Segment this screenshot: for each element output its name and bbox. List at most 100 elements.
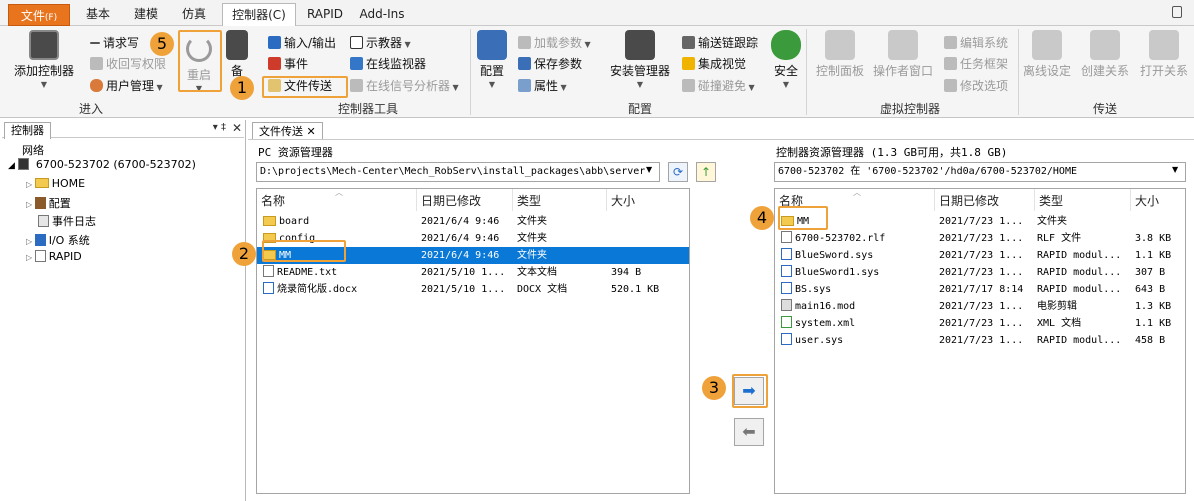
transfer-to-pc-button[interactable]: ⬅: [734, 418, 764, 446]
save-params-button[interactable]: 保存参数: [518, 55, 582, 73]
menu-file-label: 文件: [20, 9, 45, 23]
menu-tab-controller[interactable]: 控制器(C): [222, 3, 296, 27]
pc-row-docx[interactable]: 烧录简化版.docx 2021/5/10 1... DOCX 文档 520.1 …: [257, 281, 689, 298]
safety-button[interactable]: 安全 ▼: [770, 30, 802, 92]
tree-item-rapid[interactable]: ▷ RAPID: [26, 250, 82, 263]
conveyor-tracking-button[interactable]: 输送链跟踪: [682, 34, 758, 52]
collision-avoid-button[interactable]: 碰撞避免 ▼: [682, 77, 755, 95]
controller-path-field[interactable]: 6700-523702 在 '6700-523702'/hd0a/6700-52…: [774, 162, 1186, 182]
step-5-badge: 5: [150, 32, 174, 56]
pin-icon[interactable]: ▾ ‡: [213, 122, 226, 133]
close-icon[interactable]: ✕: [307, 125, 316, 138]
add-controller-button[interactable]: 添加控制器 ▼: [8, 30, 80, 92]
create-relation-button[interactable]: 创建关系: [1076, 30, 1134, 78]
control-panel-button[interactable]: 控制面板: [812, 30, 868, 78]
doc-tab-file-transfer[interactable]: 文件传送 ✕: [252, 122, 323, 140]
menu-tab-simulation[interactable]: 仿真: [174, 3, 214, 26]
ctrl-col-date[interactable]: 日期已修改: [935, 189, 1035, 211]
ctrl-row-main16[interactable]: main16.mod 2021/7/23 1... 电影剪辑 1.3 KB: [775, 298, 1185, 315]
create-relation-icon: [1090, 30, 1120, 60]
ctrl-row-bluesword[interactable]: BlueSword.sys 2021/7/23 1... RAPID modul…: [775, 247, 1185, 264]
pc-row-date: 2021/6/4 9:46: [421, 233, 500, 244]
request-write-button[interactable]: 请求写: [90, 34, 139, 52]
install-manager-label: 安装管理器: [609, 64, 670, 78]
pc-row-readme[interactable]: README.txt 2021/5/10 1... 文本文档 394 B: [257, 264, 689, 281]
ctrl-col-type[interactable]: 类型: [1035, 189, 1131, 211]
folder-icon: [34, 178, 49, 188]
backup-button[interactable]: 备: [226, 30, 248, 78]
pc-col-size[interactable]: 大小: [607, 189, 689, 211]
signal-analyzer-button[interactable]: 在线信号分析器 ▼: [350, 77, 459, 95]
chevron-down-icon[interactable]: ▼: [646, 165, 652, 174]
pc-row-date: 2021/6/4 9:46: [421, 250, 500, 261]
pc-path-field[interactable]: D:\projects\Mech-Center\Mech_RobServ\ins…: [256, 162, 660, 182]
task-frame-icon: [944, 57, 957, 70]
controller-icon: [29, 30, 59, 60]
ctrl-row-date: 2021/7/23 1...: [939, 250, 1024, 261]
pc-row-type: 文本文档: [517, 267, 557, 278]
online-monitor-button[interactable]: 在线监视器: [350, 55, 426, 73]
events-label: 事件: [284, 57, 309, 71]
menu-tab-rapid[interactable]: RAPID: [302, 3, 348, 26]
pencil-icon: [90, 42, 100, 44]
xml-file-icon: [781, 316, 792, 328]
pc-file-list[interactable]: 名称 日期已修改 类型 大小 ︿ board 2021/6/4 9:46 文件夹…: [256, 188, 690, 494]
operator-window-button[interactable]: 操作者窗口: [870, 30, 936, 78]
edit-system-button[interactable]: 编辑系统: [944, 34, 1008, 52]
properties-button[interactable]: 属性 ▼: [518, 77, 567, 95]
io-button[interactable]: 输入/输出: [268, 34, 336, 52]
ctrl-row-user-sys[interactable]: user.sys 2021/7/23 1... RAPID modul... 4…: [775, 332, 1185, 349]
task-frame-button[interactable]: 任务框架: [944, 55, 1008, 73]
pc-row-board[interactable]: board 2021/6/4 9:46 文件夹: [257, 213, 689, 230]
menu-tab-modeling[interactable]: 建模: [126, 3, 166, 26]
menu-tab-basic[interactable]: 基本: [78, 3, 118, 26]
config-button[interactable]: 配置 ▼: [474, 30, 510, 92]
user-management-button[interactable]: 用户管理 ▼: [90, 77, 163, 95]
install-manager-button[interactable]: 安装管理器 ▼: [604, 30, 676, 92]
close-icon[interactable]: ✕: [232, 121, 242, 135]
ctrl-row-type: RAPID modul...: [1037, 284, 1122, 295]
ctrl-row-name: main16.mod: [795, 301, 856, 312]
refresh-icon[interactable]: ⟳: [668, 162, 688, 182]
pc-col-type[interactable]: 类型: [513, 189, 607, 211]
events-button[interactable]: 事件: [268, 55, 308, 73]
task-frame-label: 任务框架: [960, 57, 1009, 71]
ctrl-row-date: 2021/7/23 1...: [939, 301, 1024, 312]
ctrl-col-size[interactable]: 大小: [1131, 189, 1185, 211]
controller-panel-tab[interactable]: 控制器: [4, 122, 51, 139]
step-3-badge: 3: [702, 376, 726, 400]
window-control-icon[interactable]: [1172, 6, 1182, 18]
teach-pendant-button[interactable]: 示教器 ▼: [350, 34, 411, 52]
ctrl-row-size: 458 B: [1135, 335, 1166, 346]
tree-item-home[interactable]: ▷ HOME: [26, 177, 85, 190]
pc-row-type: 文件夹: [517, 233, 547, 244]
pc-row-type: DOCX 文档: [517, 284, 568, 295]
chevron-down-icon[interactable]: ▼: [1172, 165, 1178, 174]
expand-icon[interactable]: ◢: [8, 161, 15, 171]
open-relation-button[interactable]: 打开关系: [1136, 30, 1192, 78]
controller-file-list[interactable]: 名称 日期已修改 类型 大小 ︿ MM 2021/7/23 1... 文件夹 6…: [774, 188, 1186, 494]
tree-network[interactable]: 网络: [22, 142, 44, 158]
tree-item-io[interactable]: ▷ I/O 系统: [26, 232, 90, 248]
ctrl-row-rlf[interactable]: 6700-523702.rlf 2021/7/23 1... RLF 文件 3.…: [775, 230, 1185, 247]
load-params-button[interactable]: 加载参数 ▼: [518, 34, 591, 52]
revoke-write-button[interactable]: 收回写权限: [90, 55, 166, 73]
install-manager-icon: [625, 30, 655, 60]
menu-file[interactable]: 文件(F): [8, 4, 70, 26]
online-monitor-label: 在线监视器: [366, 57, 427, 71]
offline-setup-button[interactable]: 离线设定: [1020, 30, 1074, 78]
integrated-vision-button[interactable]: 集成视觉: [682, 55, 746, 73]
tree-item-event-log[interactable]: 事件日志: [38, 213, 96, 229]
ctrl-row-mm[interactable]: MM 2021/7/23 1... 文件夹: [775, 213, 1185, 230]
ctrl-row-bs[interactable]: BS.sys 2021/7/17 8:14 RAPID modul... 643…: [775, 281, 1185, 298]
up-folder-icon[interactable]: ↑: [696, 162, 716, 182]
ctrl-row-name: BlueSword.sys: [795, 250, 874, 261]
tree-item-config[interactable]: ▷ 配置: [26, 195, 71, 211]
tree-controller[interactable]: ◢ 6700-523702 (6700-523702): [8, 158, 196, 171]
pc-col-date[interactable]: 日期已修改: [417, 189, 513, 211]
modify-options-button[interactable]: 修改选项: [944, 77, 1008, 95]
step-2-highlight: [262, 240, 346, 262]
ctrl-row-bluesword1[interactable]: BlueSword1.sys 2021/7/23 1... RAPID modu…: [775, 264, 1185, 281]
ctrl-row-system-xml[interactable]: system.xml 2021/7/23 1... XML 文档 1.1 KB: [775, 315, 1185, 332]
menu-tab-addins[interactable]: Add-Ins: [354, 3, 410, 26]
